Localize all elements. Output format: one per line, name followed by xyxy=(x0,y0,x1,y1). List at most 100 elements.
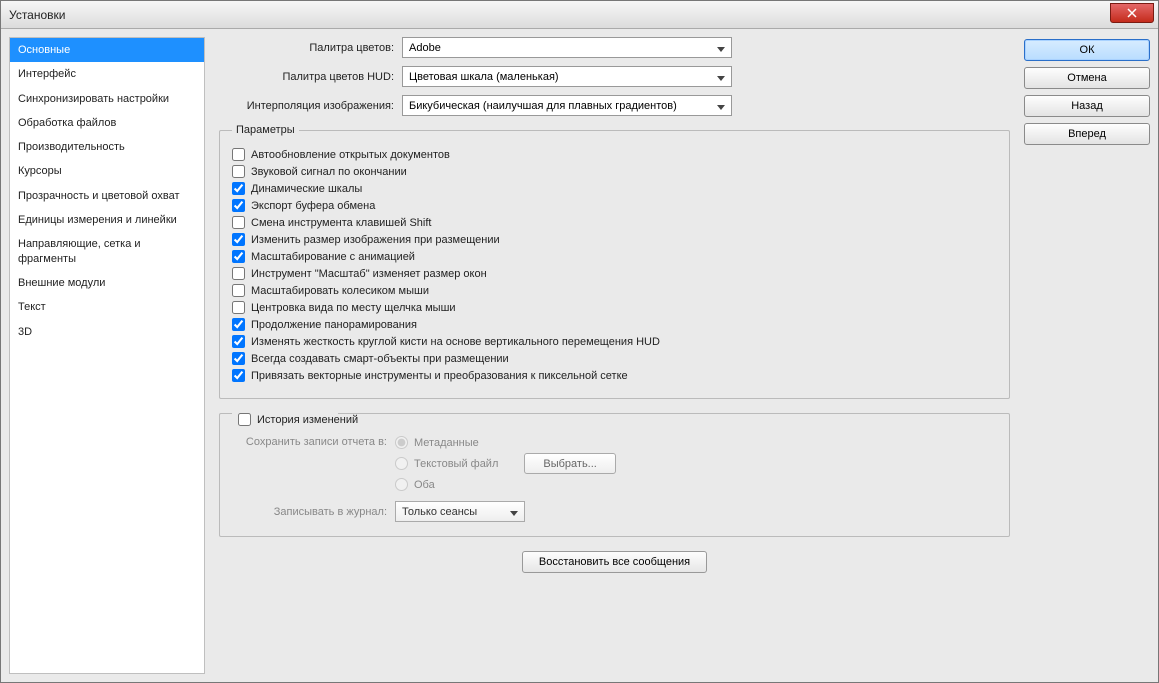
sidebar-item[interactable]: Курсоры xyxy=(10,159,204,183)
sidebar-item[interactable]: 3D xyxy=(10,320,204,344)
option-checkbox[interactable] xyxy=(232,165,245,178)
history-radio[interactable] xyxy=(395,457,408,470)
option-label: Масштабировать колесиком мыши xyxy=(251,285,429,297)
history-radio[interactable] xyxy=(395,436,408,449)
option-checkbox[interactable] xyxy=(232,318,245,331)
label-interpolation: Интерполяция изображения: xyxy=(219,100,394,112)
option-label: Инструмент "Масштаб" изменяет размер око… xyxy=(251,268,487,280)
option-label: Всегда создавать смарт-объекты при разме… xyxy=(251,353,509,365)
option-checkbox[interactable] xyxy=(232,148,245,161)
close-button[interactable] xyxy=(1110,3,1154,23)
sidebar-item[interactable]: Синхронизировать настройки xyxy=(10,87,204,111)
option-row[interactable]: Динамические шкалы xyxy=(232,180,997,197)
option-checkbox[interactable] xyxy=(232,216,245,229)
option-row[interactable]: Изменить размер изображения при размещен… xyxy=(232,231,997,248)
option-row[interactable]: Продолжение панорамирования xyxy=(232,316,997,333)
dialog-body: ОсновныеИнтерфейсСинхронизировать настро… xyxy=(1,29,1158,682)
option-row[interactable]: Инструмент "Масштаб" изменяет размер око… xyxy=(232,265,997,282)
label-hud-picker: Палитра цветов HUD: xyxy=(219,71,394,83)
history-journal-row: Записывать в журнал: Только сеансы xyxy=(232,501,997,522)
sidebar-item[interactable]: Прозрачность и цветовой охват xyxy=(10,184,204,208)
option-row[interactable]: Привязать векторные инструменты и преобр… xyxy=(232,367,997,384)
history-radio[interactable] xyxy=(395,478,408,491)
select-interpolation[interactable]: Бикубическая (наилучшая для плавных град… xyxy=(402,95,732,116)
sidebar-item[interactable]: Единицы измерения и линейки xyxy=(10,208,204,232)
option-row[interactable]: Масштабировать колесиком мыши xyxy=(232,282,997,299)
history-radio-row: Текстовый файл Выбрать... xyxy=(395,453,616,474)
select-hud-picker[interactable]: Цветовая шкала (маленькая) xyxy=(402,66,732,87)
option-row[interactable]: Изменять жесткость круглой кисти на осно… xyxy=(232,333,997,350)
option-label: Динамические шкалы xyxy=(251,183,362,195)
option-row[interactable]: Смена инструмента клавишей Shift xyxy=(232,214,997,231)
sidebar-item[interactable]: Интерфейс xyxy=(10,62,204,86)
back-button[interactable]: Назад xyxy=(1024,95,1150,117)
choose-file-button[interactable]: Выбрать... xyxy=(524,453,615,474)
forward-button[interactable]: Вперед xyxy=(1024,123,1150,145)
option-checkbox[interactable] xyxy=(232,233,245,246)
history-journal-label: Записывать в журнал: xyxy=(232,506,387,518)
options-fieldset: Параметры Автообновление открытых докуме… xyxy=(219,124,1010,399)
cancel-button[interactable]: Отмена xyxy=(1024,67,1150,89)
option-label: Масштабирование с анимацией xyxy=(251,251,415,263)
option-checkbox[interactable] xyxy=(232,284,245,297)
option-checkbox[interactable] xyxy=(232,267,245,280)
option-label: Автообновление открытых документов xyxy=(251,149,450,161)
option-label: Продолжение панорамирования xyxy=(251,319,417,331)
option-row[interactable]: Центровка вида по месту щелчка мыши xyxy=(232,299,997,316)
sidebar-item[interactable]: Производительность xyxy=(10,135,204,159)
history-enable-row: История изменений xyxy=(238,411,997,428)
option-label: Смена инструмента клавишей Shift xyxy=(251,217,431,229)
option-label: Центровка вида по месту щелчка мыши xyxy=(251,302,456,314)
dialog-buttons: ОК Отмена Назад Вперед xyxy=(1024,37,1150,674)
reset-warnings-button[interactable]: Восстановить все сообщения xyxy=(522,551,707,573)
option-checkbox[interactable] xyxy=(232,369,245,382)
option-checkbox[interactable] xyxy=(232,335,245,348)
row-hud-picker: Палитра цветов HUD: Цветовая шкала (мале… xyxy=(219,66,1010,87)
history-radio-row: Оба xyxy=(395,478,616,491)
label-color-picker: Палитра цветов: xyxy=(219,42,394,54)
history-radio-row: Метаданные xyxy=(395,436,616,449)
option-label: Изменить размер изображения при размещен… xyxy=(251,234,500,246)
option-checkbox[interactable] xyxy=(232,182,245,195)
option-row[interactable]: Автообновление открытых документов xyxy=(232,146,997,163)
options-legend: Параметры xyxy=(232,124,299,136)
option-label: Привязать векторные инструменты и преобр… xyxy=(251,370,628,382)
row-color-picker: Палитра цветов: Adobe xyxy=(219,37,1010,58)
row-interpolation: Интерполяция изображения: Бикубическая (… xyxy=(219,95,1010,116)
sidebar-item[interactable]: Текст xyxy=(10,295,204,319)
history-enable-checkbox[interactable] xyxy=(238,413,251,426)
ok-button[interactable]: ОК xyxy=(1024,39,1150,61)
option-row[interactable]: Всегда создавать смарт-объекты при разме… xyxy=(232,350,997,367)
option-label: Изменять жесткость круглой кисти на осно… xyxy=(251,336,660,348)
reset-row: Восстановить все сообщения xyxy=(219,545,1010,573)
option-row[interactable]: Звуковой сигнал по окончании xyxy=(232,163,997,180)
history-radio-label: Текстовый файл xyxy=(414,458,498,470)
close-icon xyxy=(1127,8,1137,18)
sidebar-item[interactable]: Основные xyxy=(10,38,204,62)
option-row[interactable]: Масштабирование с анимацией xyxy=(232,248,997,265)
main-panel: Палитра цветов: Adobe Палитра цветов HUD… xyxy=(213,37,1016,674)
history-legend-label: История изменений xyxy=(257,414,358,426)
history-radio-label: Метаданные xyxy=(414,437,479,449)
sidebar-item[interactable]: Направляющие, сетка и фрагменты xyxy=(10,232,204,271)
option-checkbox[interactable] xyxy=(232,199,245,212)
preferences-window: Установки ОсновныеИнтерфейсСинхронизиров… xyxy=(0,0,1159,683)
option-checkbox[interactable] xyxy=(232,352,245,365)
sidebar-item[interactable]: Обработка файлов xyxy=(10,111,204,135)
option-row[interactable]: Экспорт буфера обмена xyxy=(232,197,997,214)
select-color-picker[interactable]: Adobe xyxy=(402,37,732,58)
sidebar-item[interactable]: Внешние модули xyxy=(10,271,204,295)
history-radio-label: Оба xyxy=(414,479,435,491)
option-checkbox[interactable] xyxy=(232,301,245,314)
window-title: Установки xyxy=(9,8,65,22)
history-save-label: Сохранить записи отчета в: xyxy=(232,436,387,448)
titlebar: Установки xyxy=(1,1,1158,29)
history-fieldset: История изменений Сохранить записи отчет… xyxy=(219,407,1010,537)
history-radio-group: Метаданные Текстовый файл Выбрать... Оба xyxy=(395,436,616,491)
option-checkbox[interactable] xyxy=(232,250,245,263)
sidebar: ОсновныеИнтерфейсСинхронизировать настро… xyxy=(9,37,205,674)
option-label: Звуковой сигнал по окончании xyxy=(251,166,407,178)
option-label: Экспорт буфера обмена xyxy=(251,200,375,212)
select-journal[interactable]: Только сеансы xyxy=(395,501,525,522)
history-save-row: Сохранить записи отчета в: Метаданные Тек… xyxy=(232,436,997,491)
